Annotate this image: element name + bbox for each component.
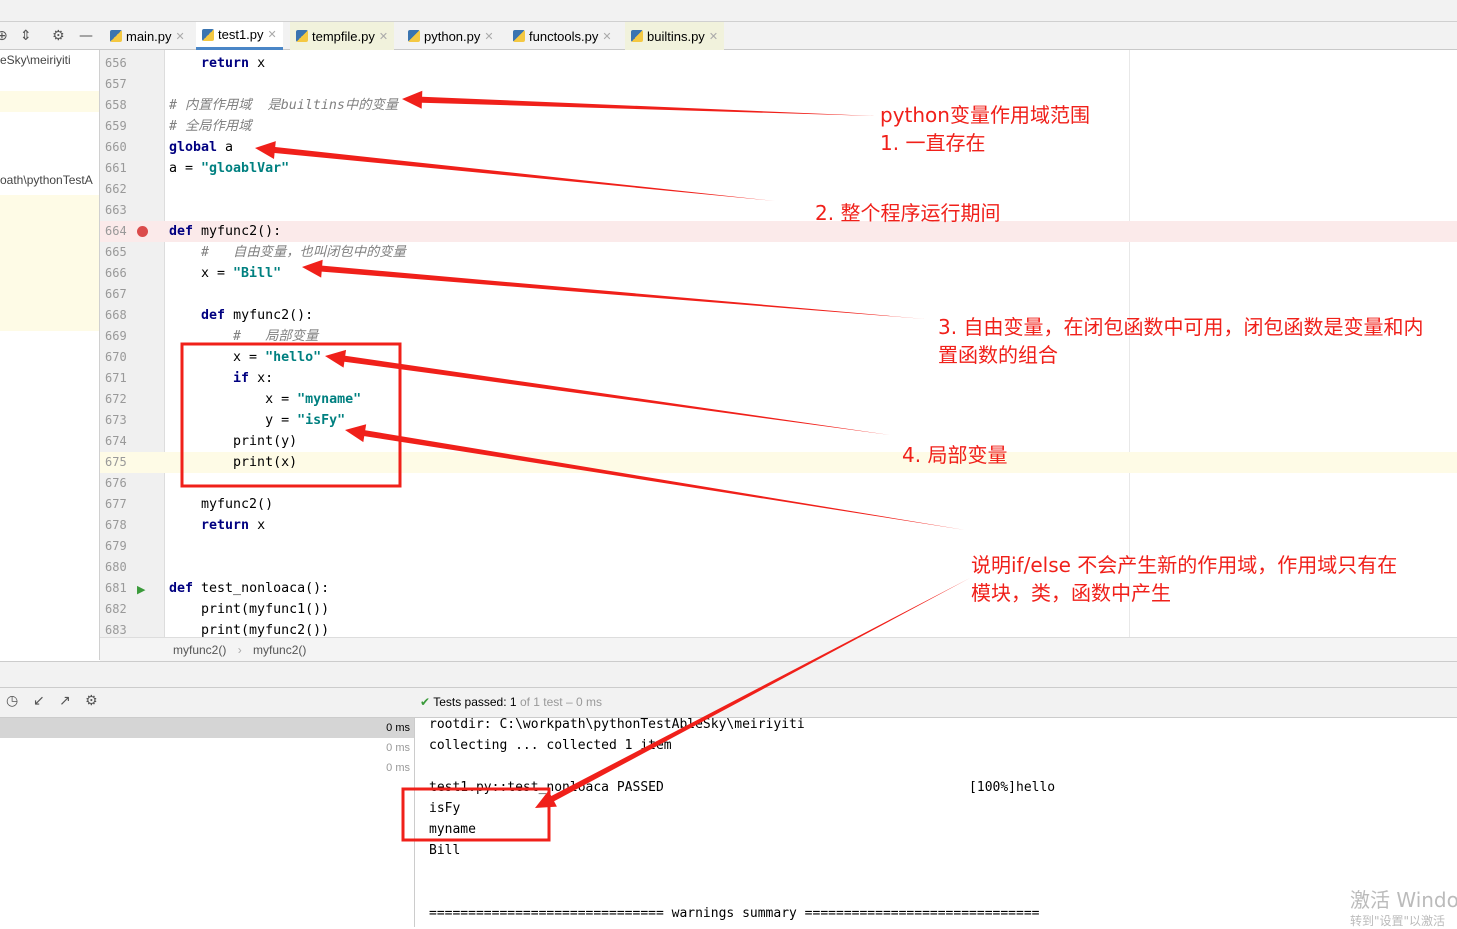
annotation-text: 2. 整个程序运行期间	[815, 201, 1001, 225]
arrow	[345, 424, 965, 530]
arrow	[402, 90, 875, 116]
watermark-text: 转到"设置"以激活	[1350, 914, 1446, 928]
annotation-text: 模块，类，函数中产生	[971, 581, 1171, 605]
arrow	[325, 349, 890, 435]
watermark-text: 激活 Windo	[1350, 888, 1457, 912]
arrow	[535, 578, 970, 808]
annotation-text: python变量作用域范围	[880, 103, 1090, 127]
arrow	[255, 141, 775, 201]
annotation-text: 3. 自由变量，在闭包函数中可用，闭包函数是变量和内	[938, 315, 1424, 339]
highlight-box	[180, 342, 402, 488]
arrow	[302, 259, 925, 319]
annotation-overlay	[180, 90, 970, 842]
annotation-text: 置函数的组合	[938, 343, 1058, 367]
annotation-text: 4. 局部变量	[902, 443, 1008, 467]
highlight-box	[401, 787, 551, 842]
annotation-text: 1. 一直存在	[880, 131, 986, 155]
annotation-text: 说明if/else 不会产生新的作用域，作用域只有在	[971, 553, 1398, 577]
